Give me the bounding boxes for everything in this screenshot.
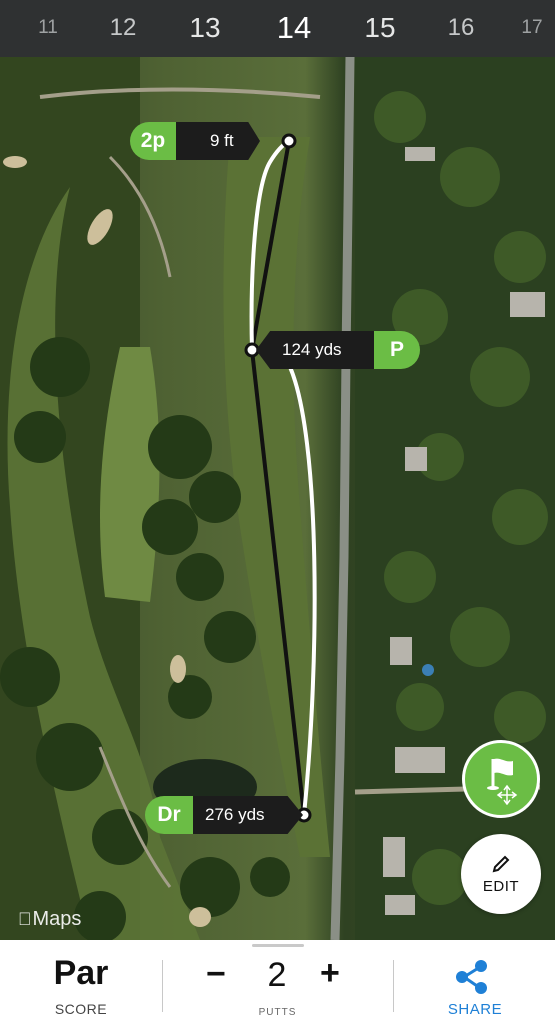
- score-value[interactable]: Par: [0, 954, 162, 993]
- score-bar: Par SCORE − 2 + PUTTS SHARE: [0, 940, 555, 1024]
- score-label: SCORE: [54, 1001, 108, 1017]
- pencil-icon: [492, 855, 510, 872]
- hole-selector[interactable]: 11 12 13 14 15 16 17: [0, 0, 555, 57]
- drawer-handle[interactable]: [252, 944, 304, 947]
- approach-club-badge: P: [374, 331, 420, 369]
- maps-attribution-text: Maps: [19, 908, 82, 930]
- pin-marker[interactable]: [281, 133, 297, 149]
- hole-11-tab[interactable]: 11: [38, 0, 58, 57]
- hole-17-tab[interactable]: 17: [521, 0, 542, 57]
- edit-button[interactable]: EDIT: [461, 834, 541, 914]
- divider: [393, 960, 394, 1012]
- putts-value: 2: [267, 956, 287, 994]
- drive-straight-line: [250, 349, 306, 816]
- maps-attribution: Maps: [18, 908, 81, 931]
- putt-club-badge: 2p: [130, 122, 176, 160]
- putts-increment-button[interactable]: +: [320, 954, 340, 993]
- move-flag-button[interactable]: [462, 740, 540, 818]
- flag-move-icon: [487, 758, 518, 805]
- drive-club-badge: Dr: [145, 796, 193, 834]
- apple-logo-icon: : [18, 909, 32, 929]
- hole-15-tab[interactable]: 15: [364, 0, 395, 57]
- hole-14-tab[interactable]: 14: [277, 0, 311, 57]
- edit-label: EDIT: [482, 877, 520, 895]
- approach-straight-line: [250, 140, 291, 351]
- drive-shot-label[interactable]: Dr 276 yds: [145, 792, 303, 838]
- drive-distance: 276 yds: [193, 796, 303, 834]
- divider: [162, 960, 163, 1012]
- share-icon[interactable]: [452, 957, 492, 997]
- share-button-label[interactable]: SHARE: [420, 1001, 530, 1018]
- hole-12-tab[interactable]: 12: [110, 0, 137, 57]
- hole-16-tab[interactable]: 16: [448, 0, 475, 57]
- putts-label: PUTTS: [258, 1007, 297, 1018]
- hole-13-tab[interactable]: 13: [189, 0, 220, 57]
- approach-shot-label[interactable]: 124 yds P: [256, 327, 420, 373]
- putts-decrement-button[interactable]: −: [206, 955, 226, 994]
- course-map[interactable]: 2p 9 ft 124 yds P Dr 276 yds Maps: [0, 57, 555, 940]
- approach-distance: 124 yds: [256, 331, 374, 369]
- putt-distance: 9 ft: [176, 122, 260, 160]
- putt-shot-label[interactable]: 2p 9 ft: [130, 118, 260, 164]
